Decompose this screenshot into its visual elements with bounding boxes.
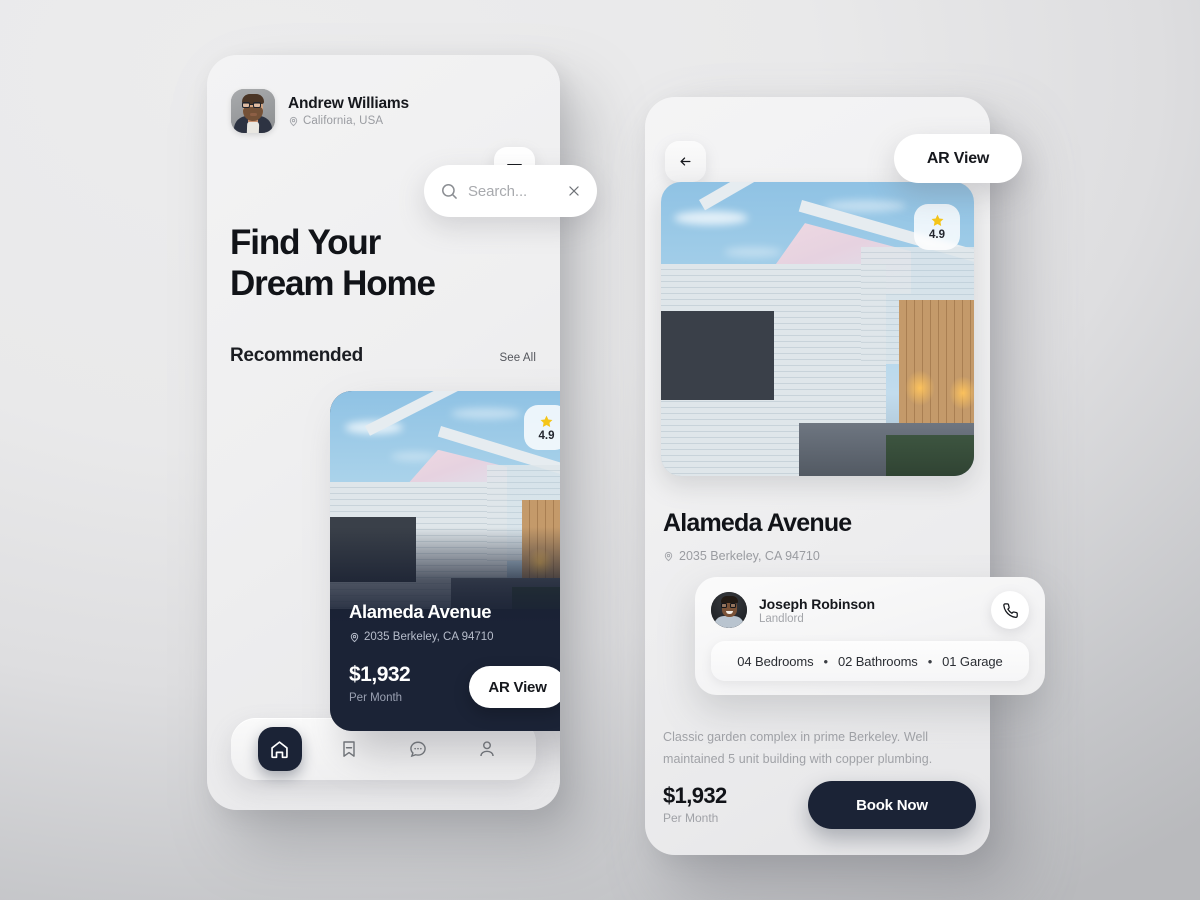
avatar bbox=[231, 89, 275, 133]
star-icon bbox=[540, 415, 553, 427]
star-icon bbox=[931, 214, 943, 226]
nav-item-chat[interactable] bbox=[396, 727, 440, 771]
detail-title: Alameda Avenue bbox=[663, 509, 852, 537]
property-price-period: Per Month bbox=[349, 692, 403, 704]
profile-header[interactable]: Andrew Williams California, USA bbox=[231, 89, 409, 133]
rating-value: 4.9 bbox=[929, 229, 945, 241]
section-title: Recommended bbox=[230, 345, 363, 366]
page-title-line1: Find Your bbox=[230, 223, 381, 262]
detail-address-text: 2035 Berkeley, CA 94710 bbox=[679, 549, 820, 563]
profile-name: Andrew Williams bbox=[288, 95, 409, 112]
profile-location-text: California, USA bbox=[303, 115, 384, 127]
property-address-text: 2035 Berkeley, CA 94710 bbox=[364, 631, 494, 643]
rating-badge: 4.9 bbox=[524, 405, 560, 450]
book-now-button[interactable]: Book Now bbox=[808, 781, 976, 829]
landlord-card: Joseph Robinson Landlord 04 Bedrooms • 0… bbox=[695, 577, 1045, 695]
page-title: Find Your Dream Home bbox=[230, 223, 436, 305]
see-all-link[interactable]: See All bbox=[499, 352, 536, 364]
property-price: $1,932 bbox=[349, 663, 411, 686]
location-pin-icon bbox=[289, 116, 298, 126]
property-card[interactable]: 4.9 Alameda Avenue 2035 Berkeley, CA 947… bbox=[330, 391, 560, 731]
section-header: Recommended See All bbox=[230, 345, 536, 367]
phone-screen-detail: 4.9 Alameda Avenue 2035 Berkeley, CA 947… bbox=[645, 97, 990, 855]
bookmark-icon bbox=[343, 741, 355, 757]
back-button[interactable] bbox=[665, 141, 706, 182]
chat-bubble-icon bbox=[410, 741, 426, 758]
location-pin-icon bbox=[350, 632, 359, 642]
close-icon[interactable] bbox=[567, 184, 581, 198]
rating-value: 4.9 bbox=[538, 429, 555, 442]
spec-bathrooms: 02 Bathrooms bbox=[837, 653, 918, 669]
landlord-role: Landlord bbox=[759, 612, 804, 625]
property-address: 2035 Berkeley, CA 94710 bbox=[349, 631, 494, 643]
ar-view-button[interactable]: AR View bbox=[469, 666, 560, 708]
landlord-row: Joseph Robinson Landlord bbox=[711, 591, 1029, 629]
ar-view-button-detail[interactable]: AR View bbox=[894, 134, 1022, 183]
person-icon bbox=[480, 741, 495, 757]
spec-separator: • bbox=[927, 653, 933, 669]
nav-item-bookmark[interactable] bbox=[327, 727, 371, 771]
spec-bedrooms: 04 Bedrooms bbox=[737, 653, 814, 669]
location-pin-icon bbox=[664, 551, 673, 561]
nav-item-profile[interactable] bbox=[465, 727, 509, 771]
call-button[interactable] bbox=[991, 591, 1029, 629]
search-icon bbox=[442, 183, 457, 199]
profile-location: California, USA bbox=[288, 115, 409, 127]
search-bar[interactable]: Search... bbox=[424, 165, 597, 217]
spec-separator: • bbox=[823, 653, 829, 669]
search-input[interactable]: Search... bbox=[468, 183, 558, 200]
landlord-avatar bbox=[711, 592, 747, 628]
detail-price-period: Per Month bbox=[663, 811, 719, 825]
spec-garage: 01 Garage bbox=[942, 653, 1003, 669]
property-hero-image: 4.9 bbox=[661, 182, 974, 476]
arrow-left-icon bbox=[680, 157, 691, 166]
phone-icon bbox=[1002, 602, 1018, 618]
detail-screen-clip: 4.9 Alameda Avenue 2035 Berkeley, CA 947… bbox=[645, 97, 990, 855]
detail-address: 2035 Berkeley, CA 94710 bbox=[663, 549, 820, 563]
property-description: Classic garden complex in prime Berkeley… bbox=[663, 730, 933, 766]
property-specs: 04 Bedrooms • 02 Bathrooms • 01 Garage bbox=[711, 641, 1029, 681]
rating-badge: 4.9 bbox=[914, 204, 960, 250]
detail-price: $1,932 bbox=[663, 783, 727, 808]
landlord-name: Joseph Robinson bbox=[759, 595, 875, 612]
nav-item-home[interactable] bbox=[257, 727, 302, 771]
home-icon bbox=[271, 740, 288, 758]
canvas: Andrew Williams California, USA Find You… bbox=[0, 0, 1200, 900]
page-title-line2: Dream Home bbox=[230, 263, 436, 303]
property-name: Alameda Avenue bbox=[349, 601, 492, 622]
